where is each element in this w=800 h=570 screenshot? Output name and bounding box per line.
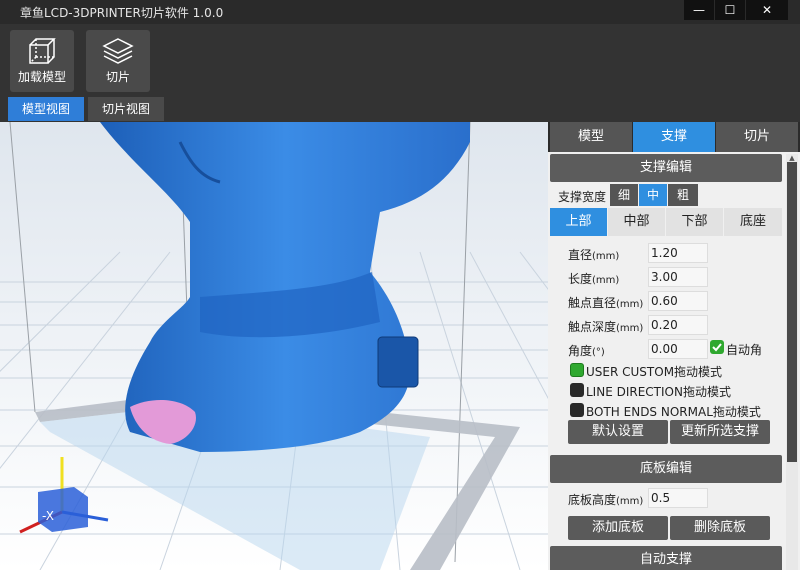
right-panel: 模型 支撑 切片 支撑编辑 支撑宽度 细 中 粗 上部 中部 下部 底座 直径(… <box>548 122 800 570</box>
window-title: 章鱼LCD-3DPRINTER切片软件 1.0.0 <box>20 6 224 20</box>
load-model-label: 加载模型 <box>17 70 66 84</box>
delete-base-button[interactable]: 删除底板 <box>670 516 770 540</box>
toolbar: 加载模型 切片 <box>0 24 800 96</box>
tab-slice-view[interactable]: 切片视图 <box>88 97 165 121</box>
auto-angle-checkbox[interactable] <box>710 340 724 354</box>
minimize-button[interactable]: — <box>684 0 714 20</box>
user-custom-mode-label: USER CUSTOM拖动模式 <box>586 365 723 379</box>
contact-depth-label: 触点深度(mm) <box>568 320 644 334</box>
width-thin-option[interactable]: 细 <box>610 184 638 206</box>
window-controls: — ☐ ✕ <box>684 0 788 20</box>
cube-icon <box>29 38 56 64</box>
line-direction-mode-label: LINE DIRECTION拖动模式 <box>586 385 731 399</box>
layers-icon <box>102 38 134 64</box>
panel-scrollbar[interactable]: ▲ <box>786 154 798 570</box>
auto-support-heading[interactable]: 自动支撑 <box>550 546 782 570</box>
support-width-label: 支撑宽度 <box>558 190 607 204</box>
tab-model[interactable]: 模型 <box>550 122 632 152</box>
tab-middle-support[interactable]: 中部 <box>608 208 665 236</box>
update-selected-support-button[interactable]: 更新所选支撑 <box>670 420 770 444</box>
tab-slice[interactable]: 切片 <box>716 122 798 152</box>
auto-angle-label: 自动角 <box>726 343 763 357</box>
contact-depth-input[interactable]: 0.20 <box>648 315 708 335</box>
both-ends-normal-mode-radio[interactable] <box>570 403 584 417</box>
contact-diameter-input[interactable]: 0.60 <box>648 291 708 311</box>
default-settings-button[interactable]: 默认设置 <box>568 420 668 444</box>
close-button[interactable]: ✕ <box>746 0 788 20</box>
diameter-label: 直径(mm) <box>568 248 620 262</box>
title-bar: 章鱼LCD-3DPRINTER切片软件 1.0.0 — ☐ ✕ <box>0 0 800 24</box>
diameter-input[interactable]: 1.20 <box>648 243 708 263</box>
view-tabs: 模型视图 切片视图 <box>0 96 800 122</box>
3d-viewport[interactable]: -X <box>0 122 548 570</box>
tab-base-support[interactable]: 底座 <box>724 208 782 236</box>
checkmark-icon <box>712 343 722 352</box>
slice-button[interactable]: 切片 <box>86 30 150 92</box>
width-thick-option[interactable]: 粗 <box>668 184 698 206</box>
user-custom-mode-radio[interactable] <box>570 363 584 377</box>
tab-model-view[interactable]: 模型视图 <box>8 97 85 121</box>
panel-tabs: 模型 支撑 切片 <box>548 122 800 152</box>
tab-top-support[interactable]: 上部 <box>550 208 607 236</box>
angle-input[interactable]: 0.00 <box>648 339 708 359</box>
width-medium-option[interactable]: 中 <box>639 184 667 206</box>
length-label: 长度(mm) <box>568 272 620 286</box>
angle-label: 角度(°) <box>568 344 605 358</box>
scene-canvas: -X <box>0 122 548 570</box>
load-model-button[interactable]: 加载模型 <box>10 30 74 92</box>
svg-text:-X: -X <box>42 509 54 523</box>
base-height-input[interactable]: 0.5 <box>648 488 708 508</box>
line-direction-mode-radio[interactable] <box>570 383 584 397</box>
maximize-button[interactable]: ☐ <box>715 0 745 20</box>
base-height-label: 底板高度(mm) <box>568 493 644 507</box>
slice-label: 切片 <box>105 70 130 84</box>
base-edit-heading[interactable]: 底板编辑 <box>550 455 782 483</box>
support-edit-heading[interactable]: 支撑编辑 <box>550 154 782 182</box>
scroll-thumb[interactable] <box>787 162 797 462</box>
both-ends-normal-mode-label: BOTH ENDS NORMAL拖动模式 <box>586 405 761 419</box>
length-input[interactable]: 3.00 <box>648 267 708 287</box>
tab-bottom-support[interactable]: 下部 <box>666 208 723 236</box>
scroll-up-icon[interactable]: ▲ <box>786 154 798 162</box>
add-base-button[interactable]: 添加底板 <box>568 516 668 540</box>
contact-diameter-label: 触点直径(mm) <box>568 296 644 310</box>
tab-support[interactable]: 支撑 <box>633 122 715 152</box>
